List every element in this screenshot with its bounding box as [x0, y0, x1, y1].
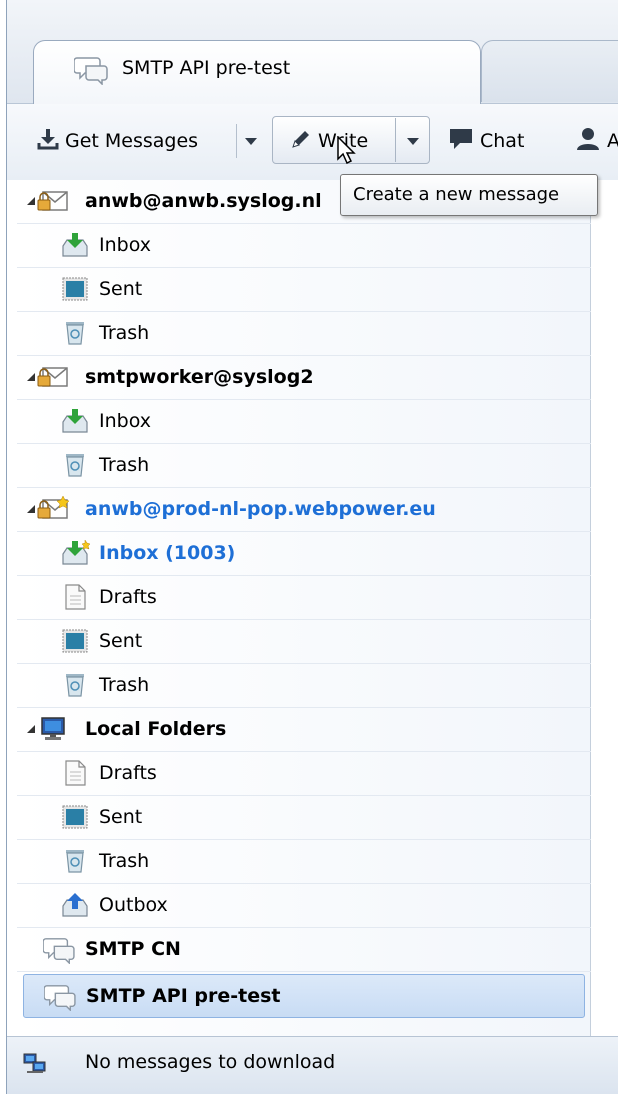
- trash-icon: [61, 452, 89, 483]
- folder-row-inbox[interactable]: Inbox (1003): [17, 532, 591, 576]
- chevron-down-icon: [407, 137, 419, 145]
- tab-label: SMTP API pre-test: [122, 57, 291, 79]
- folder-row-sent[interactable]: Sent: [17, 620, 591, 664]
- chat-bubbles-icon: [73, 55, 108, 90]
- folder-pane: anwb@anwb.syslog.nl Inbox Sent Trash smt…: [17, 180, 591, 1036]
- chat-bubbles-icon: [43, 983, 76, 1016]
- folder-row-outbox[interactable]: Outbox: [17, 884, 591, 928]
- chat-bubbles-icon: [42, 936, 75, 969]
- account-label: Local Folders: [85, 718, 227, 740]
- folder-label: Inbox: [99, 234, 151, 256]
- folder-label: Drafts: [99, 586, 157, 608]
- folder-label: Inbox (1003): [99, 542, 236, 564]
- mouse-cursor-icon: [337, 135, 359, 171]
- folder-row-sent[interactable]: Sent: [17, 796, 591, 840]
- account-label: anwb@anwb.syslog.nl: [85, 190, 322, 212]
- get-messages-label: Get Messages: [65, 130, 199, 152]
- folder-row-inbox[interactable]: Inbox: [17, 400, 591, 444]
- folder-label: Trash: [99, 454, 150, 476]
- chat-account-row-selected[interactable]: SMTP API pre-test: [23, 974, 585, 1018]
- account-row[interactable]: Local Folders: [17, 708, 591, 752]
- status-bar: No messages to download: [7, 1036, 618, 1094]
- account-row[interactable]: smtpworker@syslog2: [17, 356, 591, 400]
- address-book-button[interactable]: A: [575, 118, 618, 164]
- twisty-expanded-icon[interactable]: [27, 197, 35, 205]
- folder-row-drafts[interactable]: Drafts: [17, 576, 591, 620]
- folder-row-sent[interactable]: Sent: [17, 268, 591, 312]
- folder-label: Sent: [99, 630, 143, 652]
- inbox-icon: [61, 408, 89, 439]
- sent-icon: [61, 276, 89, 307]
- twisty-expanded-icon[interactable]: [27, 373, 35, 381]
- drafts-icon: [61, 760, 89, 791]
- chat-account-row[interactable]: SMTP CN: [17, 928, 591, 972]
- local-folders-icon: [39, 716, 67, 747]
- write-tooltip: Create a new message: [340, 174, 598, 216]
- folder-row-trash[interactable]: Trash: [17, 840, 591, 884]
- inbox-icon: [61, 232, 89, 263]
- drafts-icon: [61, 584, 89, 615]
- folder-label: Inbox: [99, 410, 151, 432]
- account-row[interactable]: anwb@prod-nl-pop.webpower.eu: [17, 488, 591, 532]
- trash-icon: [61, 320, 89, 351]
- folder-row-trash[interactable]: Trash: [17, 312, 591, 356]
- account-label: anwb@prod-nl-pop.webpower.eu: [85, 498, 436, 520]
- folder-row-trash[interactable]: Trash: [17, 664, 591, 708]
- chevron-down-icon: [245, 137, 257, 145]
- mail-account-icon: [37, 364, 69, 395]
- folder-row-inbox[interactable]: Inbox: [17, 224, 591, 268]
- folder-label: Trash: [99, 322, 150, 344]
- outbox-icon: [61, 892, 89, 923]
- get-messages-button[interactable]: Get Messages: [37, 118, 198, 164]
- trash-icon: [61, 672, 89, 703]
- get-messages-dropdown[interactable]: [245, 118, 257, 164]
- person-icon: [575, 127, 601, 156]
- pencil-icon: [290, 128, 312, 155]
- status-text: No messages to download: [85, 1051, 336, 1073]
- folder-row-drafts[interactable]: Drafts: [17, 752, 591, 796]
- folder-label: Trash: [99, 674, 150, 696]
- new-tab-area[interactable]: [481, 40, 618, 102]
- folder-label: Drafts: [99, 762, 157, 784]
- twisty-expanded-icon[interactable]: [27, 505, 35, 513]
- inbox-new-icon: [61, 539, 91, 571]
- network-online-icon: [23, 1053, 47, 1080]
- toolbar-separator: [236, 124, 237, 158]
- folder-row-trash[interactable]: Trash: [17, 444, 591, 488]
- chat-icon: [448, 127, 474, 156]
- folder-label: Outbox: [99, 894, 168, 916]
- tab-strip: SMTP API pre-test: [7, 0, 618, 106]
- address-book-label: A: [607, 130, 618, 152]
- write-dropdown[interactable]: [407, 118, 419, 164]
- twisty-expanded-icon[interactable]: [27, 725, 35, 733]
- account-label: smtpworker@syslog2: [85, 366, 314, 388]
- folder-label: Sent: [99, 806, 143, 828]
- mail-account-new-icon: [37, 495, 70, 527]
- folder-label: Sent: [99, 278, 143, 300]
- mail-account-icon: [37, 188, 69, 219]
- sent-icon: [61, 628, 89, 659]
- chat-account-label: SMTP CN: [85, 938, 181, 960]
- write-separator: [395, 118, 396, 162]
- trash-icon: [61, 848, 89, 879]
- chat-label: Chat: [480, 130, 525, 152]
- chat-button[interactable]: Chat: [448, 118, 524, 164]
- sent-icon: [61, 804, 89, 835]
- folder-label: Trash: [99, 850, 150, 872]
- tab-smtp-api-pre-test[interactable]: SMTP API pre-test: [33, 40, 481, 106]
- download-icon: [37, 128, 59, 155]
- chat-account-label: SMTP API pre-test: [86, 985, 281, 1007]
- main-toolbar: Get Messages Write Chat A: [7, 104, 618, 180]
